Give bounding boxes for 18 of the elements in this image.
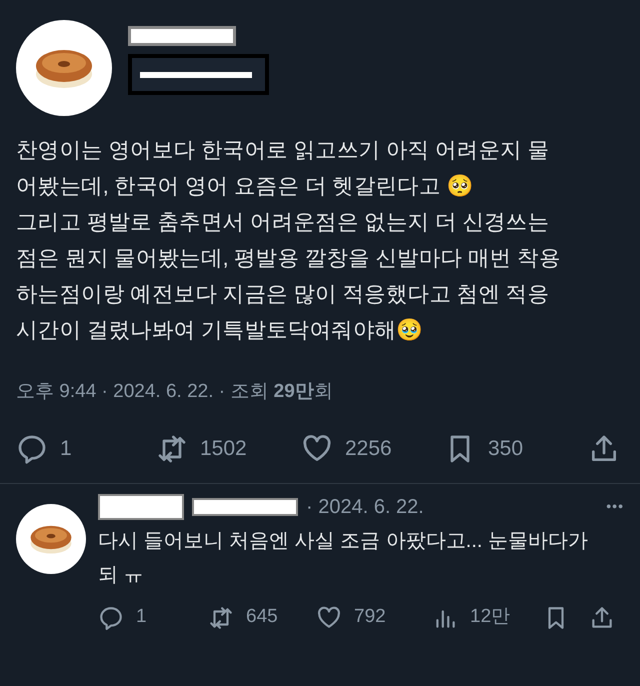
reply-icon[interactable] <box>98 604 124 630</box>
like-count: 792 <box>354 605 386 630</box>
retweet-count: 645 <box>246 605 278 630</box>
more-icon[interactable]: ••• <box>606 496 624 517</box>
reply-date: · 2024. 6. 22. <box>306 494 424 520</box>
reply-icon[interactable] <box>16 432 48 464</box>
retweet-icon[interactable] <box>156 432 188 464</box>
retweet-icon[interactable] <box>208 604 234 630</box>
tweet-timestamp: 오후 9:44 · 2024. 6. 22. · 조회 29만회 <box>16 380 334 404</box>
reply-count: 1 <box>136 605 147 630</box>
tweet-text: 찬영이는 영어보다 한국어로 읽고쓰기 아직 어려운지 물 어봤는데, 한국어 영어 요즘은 더 헷갈린다고 🥺 그리고 평발로 춤추면서 어려운점은 없는지 더 신경쓰는 점은 뭔지 물어봤는데, 평발용 깔창을 신발마다 매번 착용 하는점이랑 예전보다 지금은 많이 적응했다고 첨엔 적응 시간이 걸렸나봐여 기특발토닥여줘야해🥹 <box>16 137 562 344</box>
reply-text: 다시 들어보니 처음엔 사실 조금 아팠다고... 눈물바다가 되 ㅠ <box>98 528 590 588</box>
reply-count: 1 <box>60 436 72 462</box>
like-count: 2256 <box>345 436 392 462</box>
bookmark-count: 350 <box>488 436 524 462</box>
retweet-count: 1502 <box>200 436 247 462</box>
views-count: 12만 <box>470 605 510 630</box>
heart-icon[interactable] <box>316 604 342 630</box>
